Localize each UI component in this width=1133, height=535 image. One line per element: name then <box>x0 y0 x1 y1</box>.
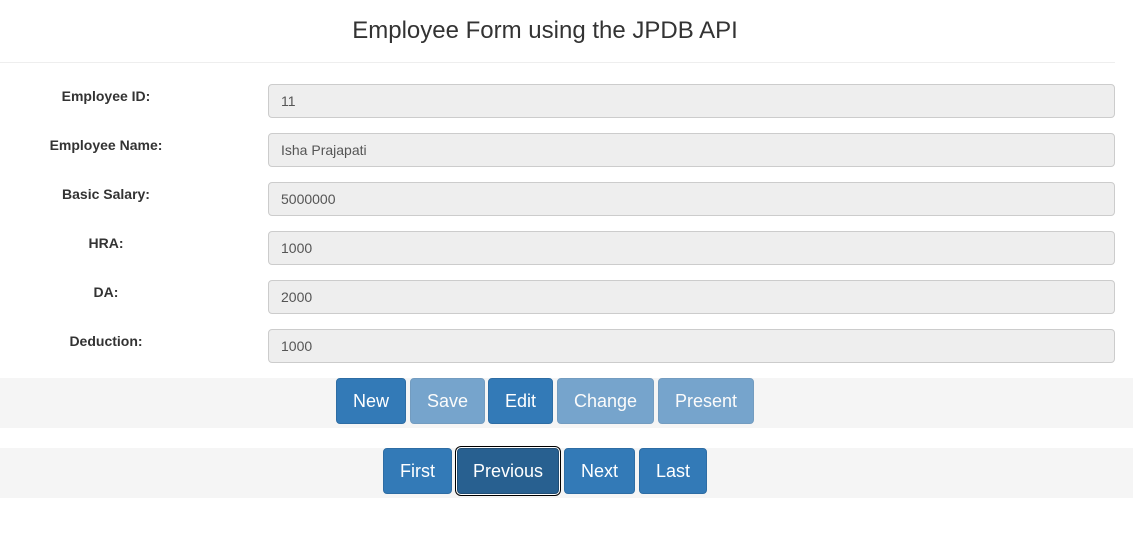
form-row-employee-id: Employee ID: <box>0 84 1133 118</box>
previous-button[interactable]: Previous <box>457 448 559 494</box>
page-header: Employee Form using the JPDB API <box>0 0 1115 63</box>
deduction-label: Deduction: <box>69 333 143 349</box>
employee-name-input[interactable] <box>268 133 1115 167</box>
page-title: Employee Form using the JPDB API <box>352 17 738 44</box>
edit-button[interactable]: Edit <box>488 378 553 424</box>
new-button[interactable]: New <box>336 378 406 424</box>
basic-salary-label: Basic Salary: <box>62 186 150 202</box>
employee-form-page: Employee Form using the JPDB API Employe… <box>0 0 1133 535</box>
hra-label: HRA: <box>88 235 124 251</box>
da-input[interactable] <box>268 280 1115 314</box>
form-row-employee-name: Employee Name: <box>0 133 1133 167</box>
first-button[interactable]: First <box>383 448 452 494</box>
employee-name-label: Employee Name: <box>49 137 163 153</box>
form-row-deduction: Deduction: <box>0 329 1133 363</box>
form-row-hra: HRA: <box>0 231 1133 265</box>
da-label: DA: <box>93 284 119 300</box>
navigation-button-bar: First Previous Next Last <box>0 448 1133 498</box>
basic-salary-input[interactable] <box>268 182 1115 216</box>
last-button[interactable]: Last <box>639 448 707 494</box>
form-row-da: DA: <box>0 280 1133 314</box>
save-button[interactable]: Save <box>410 378 485 424</box>
deduction-input[interactable] <box>268 329 1115 363</box>
action-button-bar: New Save Edit Change Present <box>0 378 1133 428</box>
change-button[interactable]: Change <box>557 378 654 424</box>
present-button[interactable]: Present <box>658 378 754 424</box>
next-button[interactable]: Next <box>564 448 635 494</box>
employee-id-input[interactable] <box>268 84 1115 118</box>
hra-input[interactable] <box>268 231 1115 265</box>
employee-id-label: Employee ID: <box>61 88 151 104</box>
form-row-basic-salary: Basic Salary: <box>0 182 1133 216</box>
